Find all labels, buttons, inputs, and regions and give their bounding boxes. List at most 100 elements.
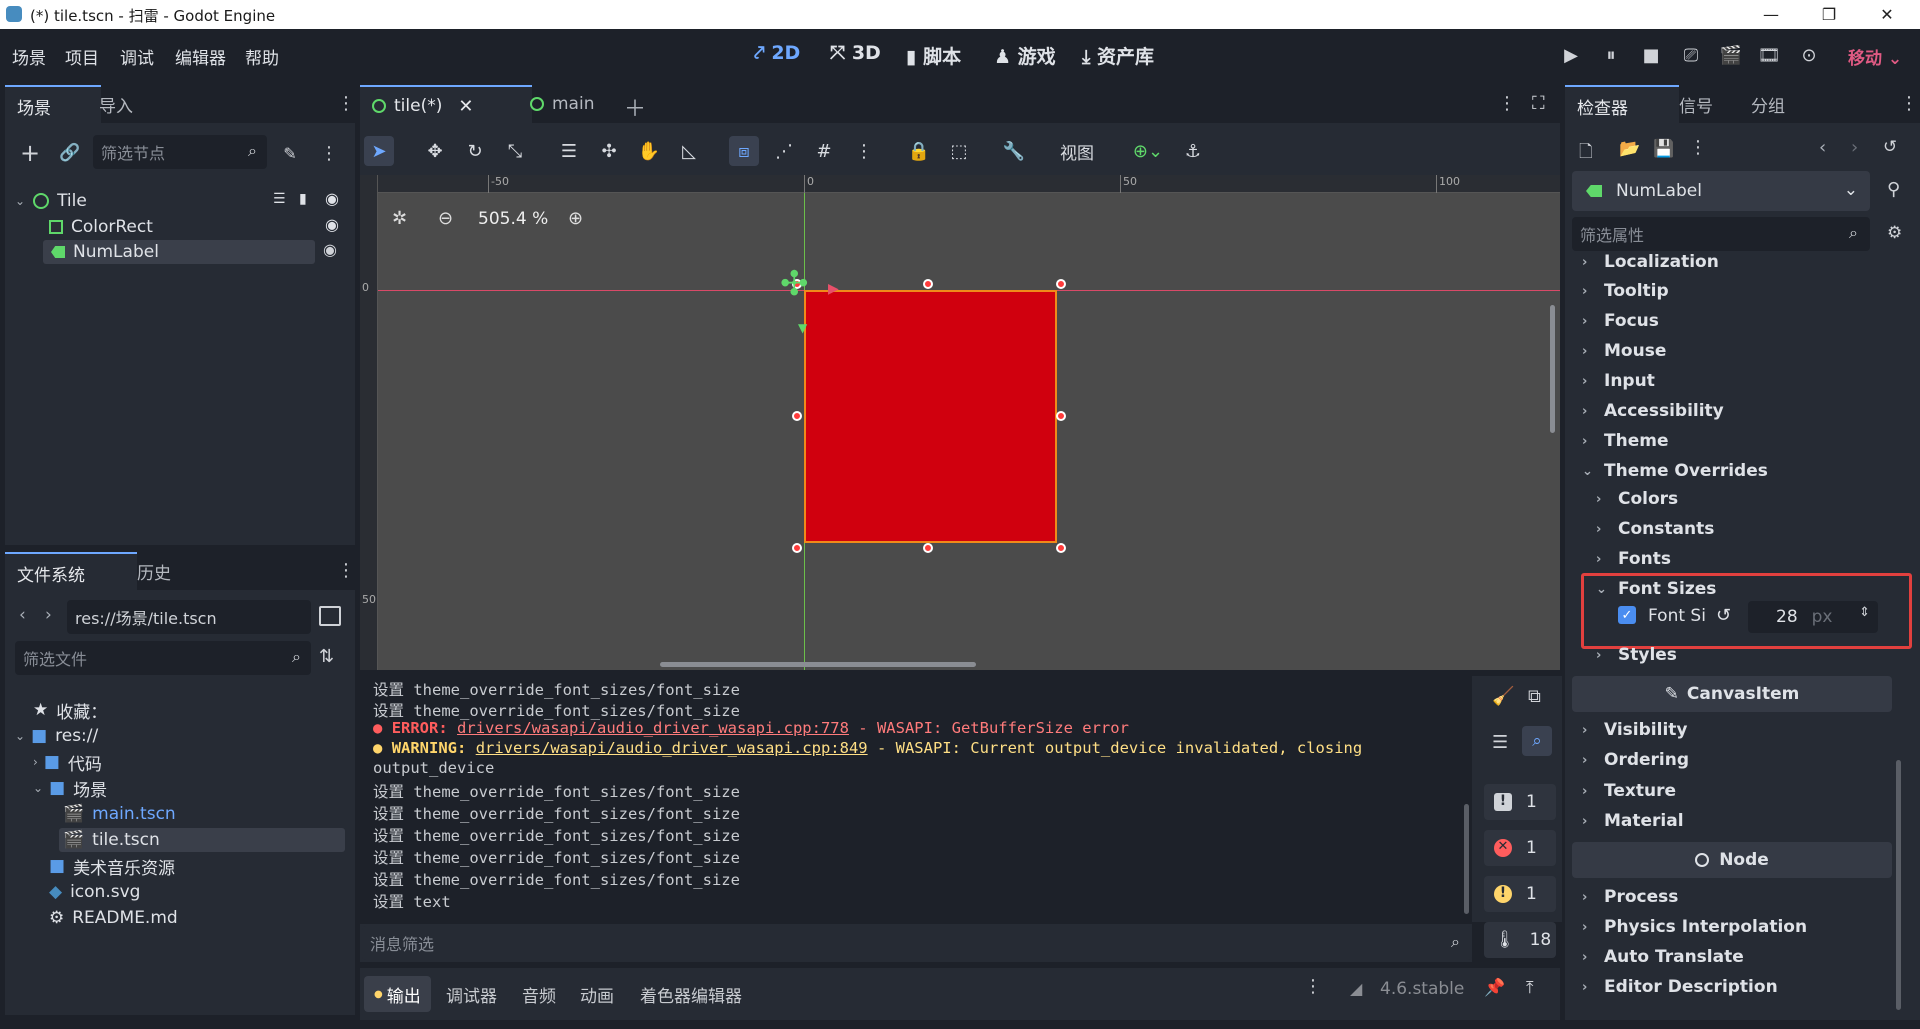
history-icon[interactable]: ↺ [1883,137,1897,157]
group-icon[interactable]: ⬚ [944,136,974,166]
tree-item-tile[interactable]: ⌄ Tile ☰ ▮ ◉ [15,189,350,213]
section-visibility[interactable]: › Visibility [1582,716,1688,744]
copy-icon[interactable]: ⧉ [1528,686,1541,707]
filter-settings-icon[interactable]: ⚙ [1887,223,1902,243]
section-process[interactable]: › Process [1582,883,1678,911]
tab-filesystem[interactable]: 文件系统 [5,552,137,592]
tab-audio[interactable]: 音频 [512,976,566,1012]
stop-icon[interactable]: ■ [1638,43,1664,67]
h-scrollbar[interactable] [660,662,976,667]
section-ordering[interactable]: › Ordering [1582,746,1689,774]
remote-debug-icon[interactable]: ⎚ [1678,43,1704,67]
log-filter-input[interactable]: 消息筛选 ⌕ [362,926,1472,960]
link-icon[interactable]: 🔗 [57,140,83,166]
fs-file-readme[interactable]: ⚙ README.md [49,906,178,930]
font-size-override-checkbox[interactable]: ✓ [1618,606,1636,624]
revert-icon[interactable]: ↺ [1716,605,1731,626]
history-back-icon[interactable]: ‹ [1819,137,1826,158]
fs-folder-scenes[interactable]: ⌄ ■ 场景 [33,776,107,801]
property-filter-input[interactable]: 筛选属性 ⌕ [1572,217,1870,251]
visibility-eye-icon[interactable]: ◉ [325,189,339,208]
x-arrow-icon[interactable]: ▶ [828,281,839,297]
play-icon[interactable]: ▶ [1558,43,1584,67]
tab-output[interactable]: ● 输出 [364,976,431,1012]
menu-debug[interactable]: 调试 [120,44,154,69]
view-menu[interactable]: 视图 [1054,136,1100,166]
menu-scene[interactable]: 场景 [12,44,46,69]
resize-handle[interactable] [792,411,802,421]
fs-path-input[interactable]: res://场景/tile.tscn [67,600,311,634]
kebab-menu-icon[interactable]: ⋮ [337,560,355,581]
add-point-icon[interactable]: ⊕⌄ [1124,136,1172,166]
fs-file-main[interactable]: 🎬 main.tscn [63,802,176,826]
filter-editor-button[interactable]: 🌡 18 [1484,922,1556,958]
collapse-icon[interactable]: ☰ [1492,732,1508,753]
kebab-menu-icon[interactable]: ⋮ [337,93,355,114]
section-texture[interactable]: › Texture [1582,777,1676,805]
history-forward-icon[interactable]: › [1851,137,1858,158]
tab-signals[interactable]: 信号 [1667,85,1725,123]
filter-messages-button[interactable]: ! 1 [1484,784,1556,820]
zoom-in-icon[interactable]: ⊕ [568,208,583,229]
new-resource-icon[interactable]: 🗋 [1579,139,1593,168]
section-font-sizes[interactable]: ⌄ Font Sizes [1596,575,1716,603]
workspace-script[interactable]: ▮ 脚本 [906,42,961,69]
fs-file-tile[interactable]: 🎬 tile.tscn [59,828,345,852]
section-styles[interactable]: › Styles [1596,641,1677,669]
fs-favorites[interactable]: ★ 收藏： [33,698,107,723]
v-scrollbar[interactable] [1550,305,1555,433]
pause-icon[interactable]: ⏸ [1598,43,1624,67]
anchor-icon[interactable]: ⚓ [1178,136,1208,166]
tab-main-scene[interactable]: main [518,85,606,123]
workspace-2d[interactable]: ⤤ 2D [754,42,800,64]
font-size-spinbox[interactable]: 28 px ⇕ [1748,601,1878,633]
zoom-out-icon[interactable]: ⊖ [438,208,453,229]
visibility-eye-icon[interactable]: ◉ [323,240,337,259]
clear-log-icon[interactable]: 🧹 [1492,686,1514,707]
filter-errors-button[interactable]: ✕ 1 [1484,830,1556,866]
tree-item-numlabel[interactable]: NumLabel [43,240,315,264]
list-select-icon[interactable]: ☰ [554,136,584,166]
inspector-scrollbar[interactable] [1896,760,1901,1010]
minimize-icon[interactable]: — [1742,0,1800,29]
add-tab-icon[interactable]: ＋ [624,91,646,123]
search-icon[interactable]: ⌕ [1522,726,1552,756]
move-tool-icon[interactable]: ✥ [420,136,450,166]
play-custom-icon[interactable]: 🎞 [1756,43,1782,67]
resize-handle[interactable] [923,543,933,553]
tab-groups[interactable]: 分组 [1739,85,1797,123]
fs-folder-res[interactable]: ⌄ ■ res:// [15,724,98,748]
section-material[interactable]: › Material [1582,807,1684,835]
ruler-tool-icon[interactable]: ◺ [674,136,704,166]
menu-project[interactable]: 项目 [65,44,99,69]
menu-editor[interactable]: 编辑器 [175,44,226,69]
section-mouse[interactable]: › Mouse [1582,337,1666,365]
section-focus[interactable]: › Focus [1582,307,1659,335]
visibility-eye-icon[interactable]: ◉ [325,215,339,234]
kebab-menu-icon[interactable]: ⋮ [1304,976,1322,997]
kebab-menu-icon[interactable]: ⋮ [319,140,339,166]
filter-warnings-button[interactable]: ! 1 [1484,876,1556,912]
error-source-link[interactable]: drivers/wasapi/audio_driver_wasapi.cpp:7… [457,719,849,737]
sort-icon[interactable]: ⇅ [319,646,334,667]
skeleton-icon[interactable]: 🔧 [999,136,1029,166]
section-tooltip[interactable]: › Tooltip [1582,277,1669,305]
close-tab-icon[interactable]: ✕ [458,96,473,117]
scale-tool-icon[interactable]: ⤡ [500,136,530,166]
smart-snap-icon[interactable]: ⧈ [729,136,759,166]
fs-filter-input[interactable]: 筛选文件 ⌕ [15,641,311,675]
stepper-arrows-icon[interactable]: ⇕ [1859,605,1870,620]
close-window-icon[interactable]: ✕ [1858,0,1916,29]
section-editor-description[interactable]: › Editor Description [1582,973,1778,1001]
pivot-gizmo-icon[interactable]: ✣ [780,267,809,301]
pivot-tool-icon[interactable]: ✣ [594,136,624,166]
kebab-menu-icon[interactable]: ⋮ [1900,93,1918,114]
fs-folder-assets[interactable]: ■ 美术音乐资源 [49,854,175,879]
tab-debugger[interactable]: 调试器 [436,976,507,1012]
tab-tile-scene[interactable]: tile(*) ✕ [360,85,532,125]
section-constants[interactable]: › Constants [1596,515,1714,543]
resize-handle[interactable] [1056,279,1066,289]
movie-maker-icon[interactable]: ⊙ [1796,43,1822,67]
version-label[interactable]: 4.6.stable [1380,979,1464,999]
resize-handle[interactable] [1056,411,1066,421]
